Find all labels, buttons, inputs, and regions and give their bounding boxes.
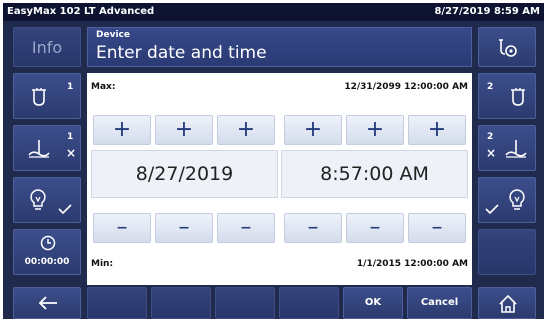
time-hour-minus-button[interactable]: – [284,213,342,243]
arrow-left-icon [38,296,57,310]
time-minute-minus-button[interactable]: – [346,213,404,243]
date-month-minus-button[interactable]: – [93,213,151,243]
min-label: Min: [91,259,114,269]
timer-value: 00:00:00 [24,257,70,267]
settings-button[interactable] [478,27,536,67]
timer-button[interactable]: 00:00:00 [13,229,81,275]
max-label: Max: [91,82,116,92]
checkmark-icon [58,204,72,214]
stirrer-2-badge-top: 2 [487,132,494,142]
cancel-button[interactable]: Cancel [407,287,472,319]
page-header: Device Enter date and time [87,27,472,67]
time-value[interactable]: 8:57:00 AM [281,150,468,198]
clock-icon [40,235,56,251]
date-time-editor: Max: 12/31/2099 12:00:00 AM + + + + + + … [87,73,472,285]
home-button[interactable] [478,287,536,319]
home-icon [499,294,517,313]
section-label: Device [96,30,130,40]
page-title: Enter date and time [96,43,267,63]
info-button-label: Info [31,38,63,57]
reactor-2-badge: 2 [487,82,494,92]
system-datetime: 8/27/2019 8:59 AM [434,6,540,17]
tools-icon [499,39,517,57]
stirrer-1-button[interactable]: 1 × [13,125,81,171]
stirrer-1-badge-top: 1 [67,132,74,142]
empty-bottom-slot-2 [151,287,211,319]
checkmark-icon [485,204,499,214]
reactor-icon [32,88,46,106]
date-value[interactable]: 8/27/2019 [91,150,278,198]
time-minute-plus-button[interactable]: + [346,115,404,145]
ok-button-label: OK [364,297,382,308]
empty-bottom-slot-4 [279,287,339,319]
time-hour-plus-button[interactable]: + [284,115,342,145]
lightbulb-icon [30,189,46,210]
max-value: 12/31/2099 12:00:00 AM [344,82,468,92]
date-year-minus-button[interactable]: – [217,213,275,243]
time-ampm-plus-button[interactable]: + [408,115,466,145]
date-year-plus-button[interactable]: + [217,115,275,145]
app-window: EasyMax 102 LT Advanced 8/27/2019 8:59 A… [3,3,544,319]
cancel-button-label: Cancel [420,297,459,308]
stirrer-icon [28,140,50,158]
time-ampm-minus-button[interactable]: – [408,213,466,243]
date-month-plus-button[interactable]: + [93,115,151,145]
empty-right-slot [478,229,536,275]
min-value: 1/1/2015 12:00:00 AM [356,259,468,269]
app-name: EasyMax 102 LT Advanced [7,6,155,17]
reactor-1-button[interactable]: 1 [13,73,81,119]
lightbulb-icon [509,189,525,210]
info-button[interactable]: Info [13,27,81,67]
stirrer-2-button[interactable]: 2 × [478,125,536,171]
back-button[interactable] [13,287,81,319]
empty-bottom-slot-3 [215,287,275,319]
stirrer-icon [505,140,527,158]
reactor-1-badge: 1 [67,82,74,92]
ok-button[interactable]: OK [343,287,403,319]
stirrer-1-badge-bottom: × [66,146,77,160]
light-2-button[interactable] [478,177,536,223]
stirrer-2-badge-bottom: × [486,146,497,160]
light-button[interactable] [13,177,81,223]
reactor-2-button[interactable]: 2 [478,73,536,119]
date-day-minus-button[interactable]: – [155,213,213,243]
empty-bottom-slot-1 [87,287,147,319]
reactor-icon [511,88,525,106]
date-day-plus-button[interactable]: + [155,115,213,145]
title-bar: EasyMax 102 LT Advanced 8/27/2019 8:59 A… [3,3,544,21]
